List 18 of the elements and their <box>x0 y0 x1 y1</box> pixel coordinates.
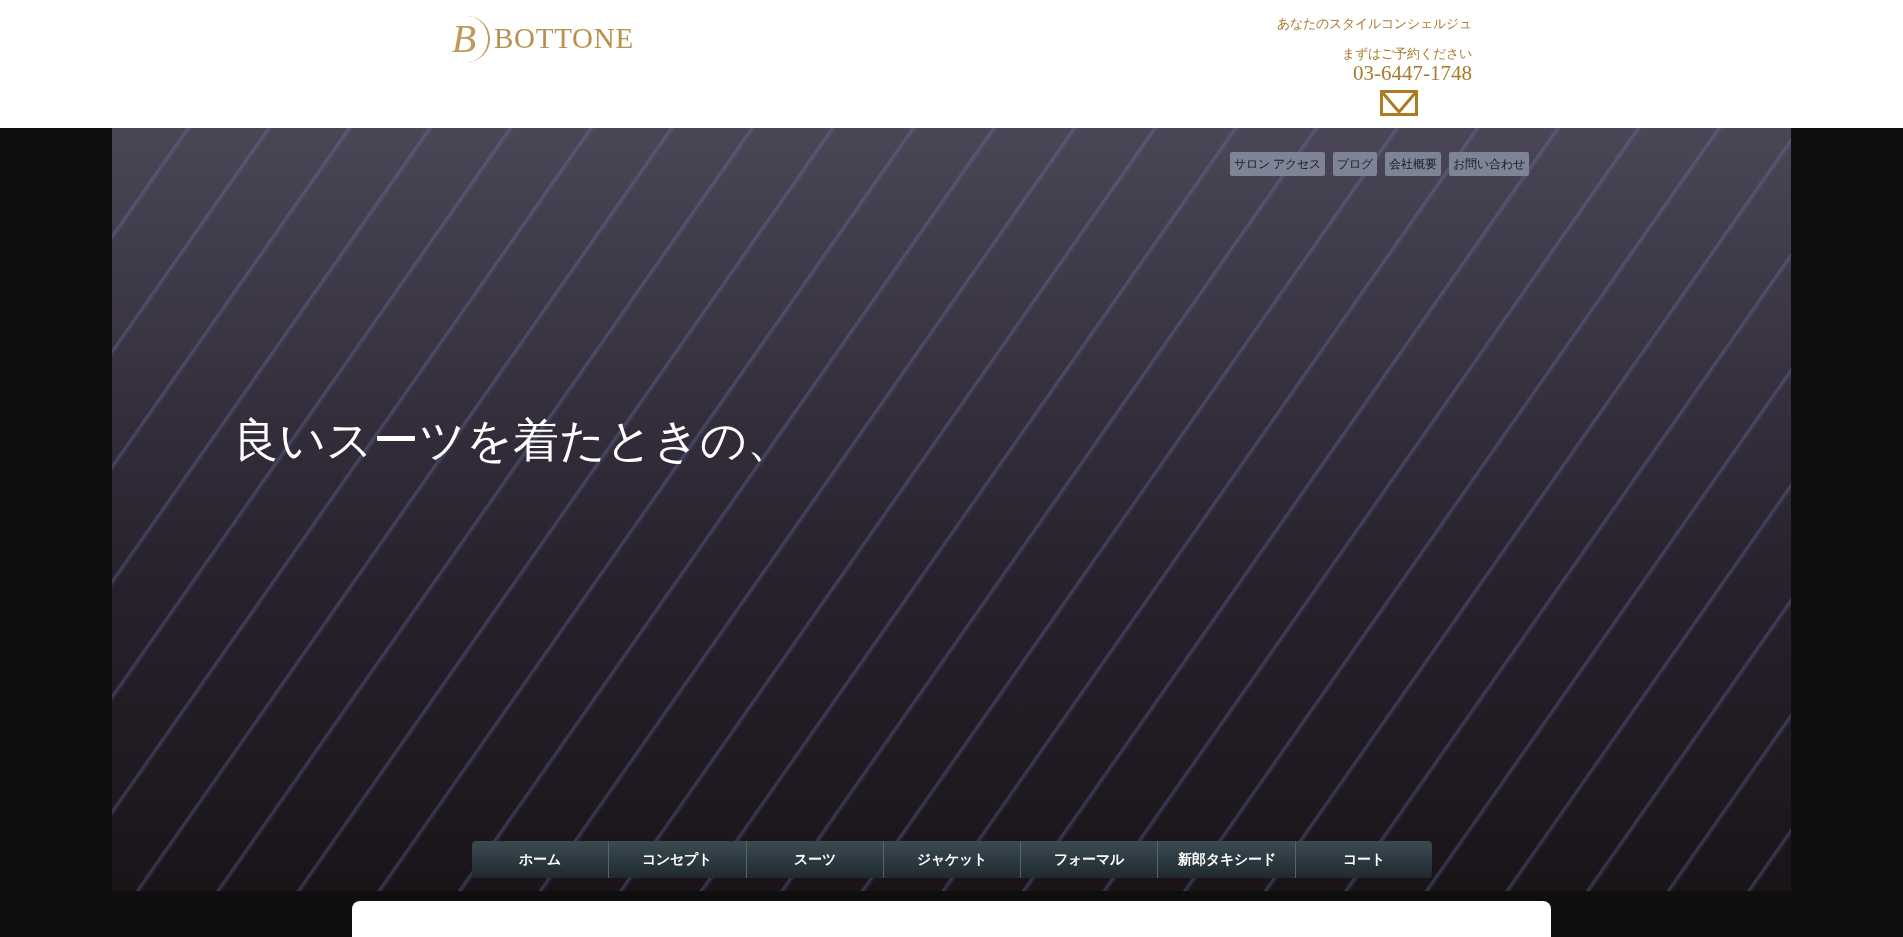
top-link[interactable]: サロン アクセス <box>1229 152 1325 176</box>
mail-icon[interactable] <box>1380 90 1418 116</box>
tagline: あなたのスタイルコンシェルジュ <box>1277 15 1472 33</box>
nav-link[interactable]: ジャケット <box>882 841 1021 878</box>
nav-link[interactable]: スーツ <box>745 841 883 878</box>
phone-number: 03-6447-1748 <box>1353 63 1472 84</box>
logo-text: BOTTONE <box>494 21 634 57</box>
nav-link[interactable]: 新郎タキシード <box>1157 841 1295 878</box>
logo-monogram: B <box>440 16 490 62</box>
nav-link[interactable]: ホーム <box>472 841 609 878</box>
nav-link[interactable]: コート <box>1294 841 1432 878</box>
nav-link[interactable]: コンセプト <box>608 841 746 878</box>
top-link[interactable]: お問い合わせ <box>1449 152 1529 176</box>
nav-link[interactable]: フォーマル <box>1020 841 1158 878</box>
top-link[interactable]: ブログ <box>1333 152 1377 176</box>
hero-caption: 良いスーツを着たときの、 <box>233 412 793 469</box>
top-link[interactable]: 会社概要 <box>1385 152 1441 176</box>
reservation-label: まずはご予約ください <box>1342 44 1472 63</box>
